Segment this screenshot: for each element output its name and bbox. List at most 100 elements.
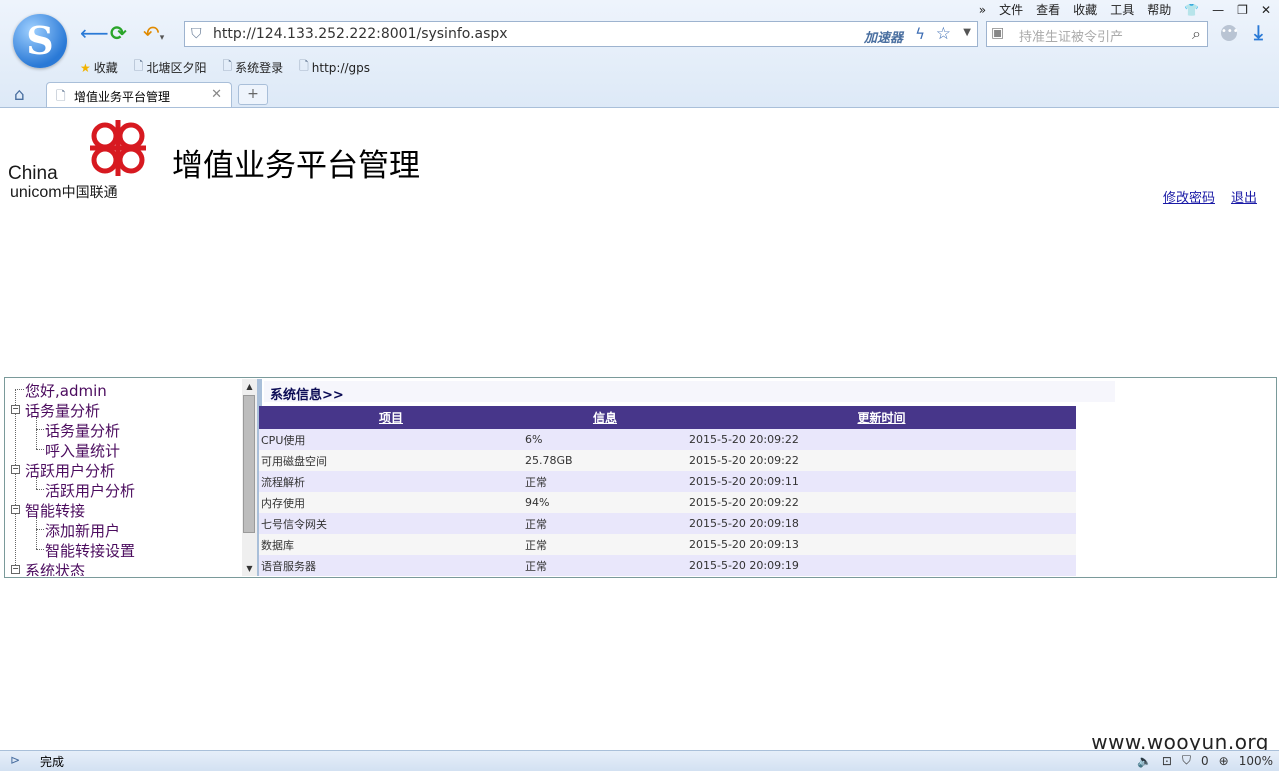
undo-icon[interactable]: ↶▾ xyxy=(143,22,164,49)
page-icon: 🗋 xyxy=(222,59,233,73)
address-bar[interactable]: ⛉ http://124.133.252.222:8001/sysinfo.as… xyxy=(184,21,978,47)
adblock-count: 0 xyxy=(1200,753,1209,768)
tab-title: 增值业务平台管理 xyxy=(74,90,171,104)
cell-item: 内存使用 xyxy=(259,492,523,513)
close-window-icon[interactable]: ✕ xyxy=(1261,3,1271,17)
status-tools: 🔈 ⊡ ⛉ 0 ⊕ 100% xyxy=(1137,753,1273,768)
new-tab-button[interactable]: + xyxy=(238,84,268,105)
adblock-icon[interactable]: ⛉ xyxy=(1182,753,1191,768)
restore-icon[interactable]: ❐ xyxy=(1237,3,1248,17)
sidebar-toggle-icon[interactable]: ⊳ xyxy=(10,753,20,767)
search-icon[interactable]: ⌕ xyxy=(1192,24,1201,44)
tree-line xyxy=(15,389,24,390)
scroll-up-icon[interactable]: ▲ xyxy=(242,379,257,394)
refresh-icon[interactable]: ⟳ xyxy=(110,22,127,44)
collapse-icon[interactable]: − xyxy=(11,505,20,514)
page-icon: 🗋 xyxy=(133,59,144,73)
menu-help[interactable]: 帮助 xyxy=(1147,1,1171,18)
tree-item-active-users[interactable]: 活跃用户分析 xyxy=(45,480,135,501)
tab-active[interactable]: 🗋 增值业务平台管理 ✕ xyxy=(46,82,232,107)
menu-tools[interactable]: 工具 xyxy=(1110,1,1134,18)
cell-time: 2015-5-20 20:09:22 xyxy=(687,429,1076,450)
star-icon: ★ xyxy=(80,60,91,75)
skin-icon[interactable]: 👕 xyxy=(1184,3,1199,17)
lightning-icon[interactable]: ϟ xyxy=(915,25,925,43)
menu-view[interactable]: 查看 xyxy=(1036,1,1060,18)
favorite-label: 系统登录 xyxy=(235,61,284,75)
tree-line xyxy=(36,429,44,430)
cell-item: 流程解析 xyxy=(259,471,523,492)
more-icon[interactable]: » xyxy=(979,3,986,17)
tree-line xyxy=(36,549,44,550)
scroll-down-icon[interactable]: ▼ xyxy=(242,561,257,576)
column-header-item[interactable]: 项目 xyxy=(259,406,523,429)
tree-line xyxy=(36,489,44,490)
tree-group-smart-transfer[interactable]: 智能转接 xyxy=(25,500,85,521)
scroll-thumb[interactable] xyxy=(243,395,255,533)
tree-scrollbar[interactable]: ▲ ▼ xyxy=(242,379,257,576)
content-frame: 您好,admin − 话务量分析 话务量分析 呼入量统计 − 活跃用户分析 活跃… xyxy=(4,377,1277,578)
download-icon[interactable]: ⤓ xyxy=(1254,20,1263,44)
close-tab-icon[interactable]: ✕ xyxy=(211,87,222,102)
tree-greeting: 您好,admin xyxy=(25,382,107,400)
browser-chrome: » 文件 查看 收藏 工具 帮助 👕 — ❐ ✕ S ⟵ ⟳ ↶▾ ⛉ http… xyxy=(0,0,1279,108)
tree-group-traffic[interactable]: 话务量分析 xyxy=(25,400,100,421)
page-icon: 🗋 xyxy=(299,59,309,73)
change-password-link[interactable]: 修改密码 xyxy=(1163,187,1215,206)
info-heading-bar: 系统信息>> xyxy=(264,381,1115,403)
column-header-info[interactable]: 信息 xyxy=(523,406,687,429)
shield-icon: ⛉ xyxy=(191,26,202,42)
info-heading: 系统信息>> xyxy=(270,388,344,403)
back-icon[interactable]: ⟵ xyxy=(80,22,109,44)
image-search-icon[interactable]: ▣ xyxy=(991,25,1004,41)
column-header-updated[interactable]: 更新时间 xyxy=(687,406,1076,429)
menu-file[interactable]: 文件 xyxy=(999,1,1023,18)
china-unicom-logo: China unicom中国联通 xyxy=(8,116,158,202)
collapse-icon[interactable]: − xyxy=(11,405,20,414)
tree-item-add-user[interactable]: 添加新用户 xyxy=(45,520,120,541)
tree-item-transfer-settings[interactable]: 智能转接设置 xyxy=(45,540,135,561)
favorite-label: http://gps xyxy=(311,60,371,75)
toolbox-icon[interactable]: ⊡ xyxy=(1162,754,1172,768)
favorite-login[interactable]: 🗋 系统登录 xyxy=(222,57,283,78)
page-title: 增值业务平台管理 xyxy=(172,148,420,184)
menu-bar: » 文件 查看 收藏 工具 帮助 👕 — ❐ ✕ xyxy=(979,1,1271,18)
search-box[interactable]: ▣ 持准生证被令引产 ⌕ xyxy=(986,21,1208,47)
browser-logo-icon: S xyxy=(13,14,67,68)
cell-info: 25.78GB xyxy=(523,450,687,471)
volume-icon[interactable]: 🔈 xyxy=(1137,754,1152,768)
tree-item-inbound-stats[interactable]: 呼入量统计 xyxy=(45,440,120,461)
menu-favorites[interactable]: 收藏 xyxy=(1073,1,1097,18)
cell-time: 2015-5-20 20:09:22 xyxy=(687,492,1076,513)
cell-item: 数据库 xyxy=(259,534,523,555)
collapse-icon[interactable]: − xyxy=(11,465,20,474)
accelerator-button[interactable]: 加速器 xyxy=(864,27,903,46)
search-input[interactable]: 持准生证被令引产 xyxy=(1019,26,1123,45)
favorite-beitang[interactable]: 🗋 北塘区夕阳 xyxy=(134,57,207,78)
tree-group-system-status[interactable]: 系统状态 xyxy=(25,560,85,576)
table-row: 流程解析 正常 2015-5-20 20:09:11 xyxy=(259,471,1076,492)
cell-time: 2015-5-20 20:09:19 xyxy=(687,555,1076,576)
chevron-down-icon[interactable]: ▼ xyxy=(963,27,971,38)
home-icon[interactable]: ⌂ xyxy=(14,85,25,105)
cell-info: 正常 xyxy=(523,513,687,534)
favorite-gps[interactable]: 🗋 http://gps xyxy=(299,57,370,78)
table-row: 语音服务器 正常 2015-5-20 20:09:19 xyxy=(259,555,1076,576)
tree-group-active-users[interactable]: 活跃用户分析 xyxy=(25,460,115,481)
zoom-icon[interactable]: ⊕ xyxy=(1219,754,1229,768)
page-icon: 🗋 xyxy=(56,89,66,103)
favorite-collect[interactable]: ★ 收藏 xyxy=(80,59,118,76)
more-options-icon[interactable]: ••• xyxy=(1221,25,1239,41)
table-row: CPU使用 6% 2015-5-20 20:09:22 xyxy=(259,429,1076,450)
zoom-level[interactable]: 100% xyxy=(1239,754,1273,768)
tree-line xyxy=(36,449,44,450)
address-url[interactable]: http://124.133.252.222:8001/sysinfo.aspx xyxy=(213,26,508,42)
cell-time: 2015-5-20 20:09:11 xyxy=(687,471,1076,492)
tree-item-traffic-analysis[interactable]: 话务量分析 xyxy=(45,420,120,441)
star-icon[interactable]: ☆ xyxy=(936,24,951,44)
collapse-icon[interactable]: − xyxy=(11,565,20,574)
minimize-icon[interactable]: — xyxy=(1212,3,1224,17)
brand-unicom-en: unicom xyxy=(10,184,62,201)
logout-link[interactable]: 退出 xyxy=(1231,187,1257,206)
table-row: 可用磁盘空间 25.78GB 2015-5-20 20:09:22 xyxy=(259,450,1076,471)
